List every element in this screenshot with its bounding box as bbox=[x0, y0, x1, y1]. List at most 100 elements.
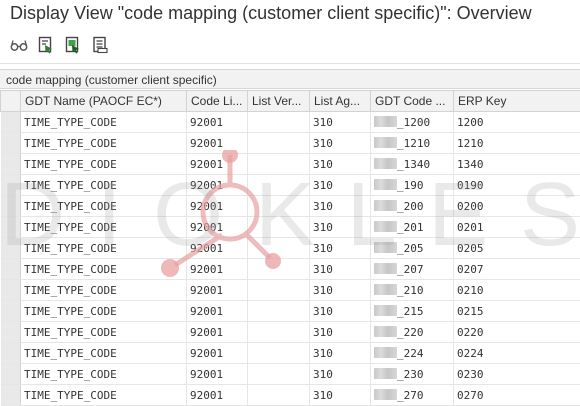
table-row[interactable]: TIME_TYPE_CODE92001310_2700270 bbox=[1, 385, 580, 406]
redacted-block bbox=[374, 347, 397, 358]
cell-list-agency: 310 bbox=[310, 322, 371, 343]
column-header-gdt-name[interactable]: GDT Name (PAOCF EC*) bbox=[21, 91, 187, 112]
table-row[interactable]: TIME_TYPE_CODE92001310_2100210 bbox=[1, 280, 580, 301]
cell-list-version bbox=[248, 301, 310, 322]
cell-erp-key: 1210 bbox=[454, 133, 580, 154]
toolbar-button-doc-arrow[interactable] bbox=[36, 35, 56, 55]
table-row[interactable]: TIME_TYPE_CODE92001310_2050205 bbox=[1, 238, 580, 259]
row-selector[interactable] bbox=[1, 280, 21, 301]
cell-list-version bbox=[248, 385, 310, 406]
table-row[interactable]: TIME_TYPE_CODE92001310_12101210 bbox=[1, 133, 580, 154]
gdt-code-suffix: _207 bbox=[397, 263, 424, 276]
gdt-code-suffix: _215 bbox=[397, 305, 424, 318]
cell-code-list: 92001 bbox=[187, 154, 248, 175]
cell-list-agency: 310 bbox=[310, 301, 371, 322]
cell-gdt-name: TIME_TYPE_CODE bbox=[21, 364, 187, 385]
cell-gdt-name: TIME_TYPE_CODE bbox=[21, 154, 187, 175]
select-all-header[interactable] bbox=[1, 91, 21, 112]
table-header-row: GDT Name (PAOCF EC*) Code Li... List Ver… bbox=[1, 91, 580, 112]
cell-list-agency: 310 bbox=[310, 385, 371, 406]
redacted-block bbox=[374, 368, 397, 379]
cell-list-agency: 310 bbox=[310, 175, 371, 196]
table-row[interactable]: TIME_TYPE_CODE92001310_1900190 bbox=[1, 175, 580, 196]
row-selector[interactable] bbox=[1, 217, 21, 238]
cell-code-list: 92001 bbox=[187, 322, 248, 343]
row-selector[interactable] bbox=[1, 238, 21, 259]
cell-gdt-name: TIME_TYPE_CODE bbox=[21, 175, 187, 196]
column-header-list-version[interactable]: List Ver... bbox=[248, 91, 310, 112]
toolbar-button-glasses[interactable] bbox=[9, 35, 29, 55]
cell-gdt-name: TIME_TYPE_CODE bbox=[21, 238, 187, 259]
redacted-block bbox=[374, 137, 397, 148]
row-selector[interactable] bbox=[1, 133, 21, 154]
cell-gdt-code: _224 bbox=[371, 343, 454, 364]
table-row[interactable]: TIME_TYPE_CODE92001310_2240224 bbox=[1, 343, 580, 364]
row-selector[interactable] bbox=[1, 322, 21, 343]
gdt-code-suffix: _190 bbox=[397, 179, 424, 192]
table-row[interactable]: TIME_TYPE_CODE92001310_2150215 bbox=[1, 301, 580, 322]
row-selector[interactable] bbox=[1, 175, 21, 196]
row-selector[interactable] bbox=[1, 259, 21, 280]
cell-code-list: 92001 bbox=[187, 112, 248, 133]
cell-list-agency: 310 bbox=[310, 133, 371, 154]
table-row[interactable]: TIME_TYPE_CODE92001310_2010201 bbox=[1, 217, 580, 238]
row-selector[interactable] bbox=[1, 385, 21, 406]
cell-erp-key: 0230 bbox=[454, 364, 580, 385]
cell-gdt-name: TIME_TYPE_CODE bbox=[21, 385, 187, 406]
cell-list-version bbox=[248, 217, 310, 238]
cell-code-list: 92001 bbox=[187, 175, 248, 196]
cell-gdt-code: _210 bbox=[371, 280, 454, 301]
cell-list-version bbox=[248, 175, 310, 196]
cell-list-agency: 310 bbox=[310, 364, 371, 385]
gdt-code-suffix: _270 bbox=[397, 389, 424, 402]
cell-code-list: 92001 bbox=[187, 238, 248, 259]
cell-list-version bbox=[248, 238, 310, 259]
column-header-list-agency[interactable]: List Ag... bbox=[310, 91, 371, 112]
table-row[interactable]: TIME_TYPE_CODE92001310_2300230 bbox=[1, 364, 580, 385]
toolbar-divider bbox=[0, 63, 580, 64]
cell-erp-key: 0220 bbox=[454, 322, 580, 343]
cell-list-version bbox=[248, 364, 310, 385]
row-selector[interactable] bbox=[1, 196, 21, 217]
cell-list-agency: 310 bbox=[310, 112, 371, 133]
table-row[interactable]: TIME_TYPE_CODE92001310_13401340 bbox=[1, 154, 580, 175]
redacted-block bbox=[374, 263, 397, 274]
gdt-code-suffix: _210 bbox=[397, 284, 424, 297]
toolbar-button-doc-list[interactable] bbox=[90, 35, 110, 55]
cell-erp-key: 0215 bbox=[454, 301, 580, 322]
redacted-block bbox=[374, 179, 397, 190]
table-row[interactable]: TIME_TYPE_CODE92001310_2200220 bbox=[1, 322, 580, 343]
gdt-code-suffix: _201 bbox=[397, 221, 424, 234]
cell-gdt-name: TIME_TYPE_CODE bbox=[21, 280, 187, 301]
table-row[interactable]: TIME_TYPE_CODE92001310_2070207 bbox=[1, 259, 580, 280]
row-selector[interactable] bbox=[1, 343, 21, 364]
cell-gdt-name: TIME_TYPE_CODE bbox=[21, 112, 187, 133]
row-selector[interactable] bbox=[1, 301, 21, 322]
redacted-block bbox=[374, 305, 397, 316]
gdt-code-suffix: _1340 bbox=[397, 158, 430, 171]
cell-gdt-name: TIME_TYPE_CODE bbox=[21, 133, 187, 154]
redacted-block bbox=[374, 326, 397, 337]
table-row[interactable]: TIME_TYPE_CODE92001310_12001200 bbox=[1, 112, 580, 133]
gdt-code-suffix: _205 bbox=[397, 242, 424, 255]
cell-code-list: 92001 bbox=[187, 301, 248, 322]
cell-gdt-name: TIME_TYPE_CODE bbox=[21, 343, 187, 364]
toolbar-button-doc-green-arrow[interactable] bbox=[63, 35, 83, 55]
column-header-code-list[interactable]: Code Li... bbox=[187, 91, 248, 112]
table-row[interactable]: TIME_TYPE_CODE92001310_2000200 bbox=[1, 196, 580, 217]
redacted-block bbox=[374, 389, 397, 400]
cell-erp-key: 0205 bbox=[454, 238, 580, 259]
cell-erp-key: 1200 bbox=[454, 112, 580, 133]
cell-gdt-code: _1340 bbox=[371, 154, 454, 175]
row-selector[interactable] bbox=[1, 112, 21, 133]
cell-list-version bbox=[248, 259, 310, 280]
page-title: Display View "code mapping (customer cli… bbox=[10, 3, 532, 24]
row-selector[interactable] bbox=[1, 364, 21, 385]
gdt-code-suffix: _230 bbox=[397, 368, 424, 381]
column-header-gdt-code[interactable]: GDT Code ... bbox=[371, 91, 454, 112]
cell-code-list: 92001 bbox=[187, 133, 248, 154]
redacted-block bbox=[374, 242, 397, 253]
redacted-block bbox=[374, 158, 397, 169]
row-selector[interactable] bbox=[1, 154, 21, 175]
column-header-erp-key[interactable]: ERP Key bbox=[454, 91, 580, 112]
